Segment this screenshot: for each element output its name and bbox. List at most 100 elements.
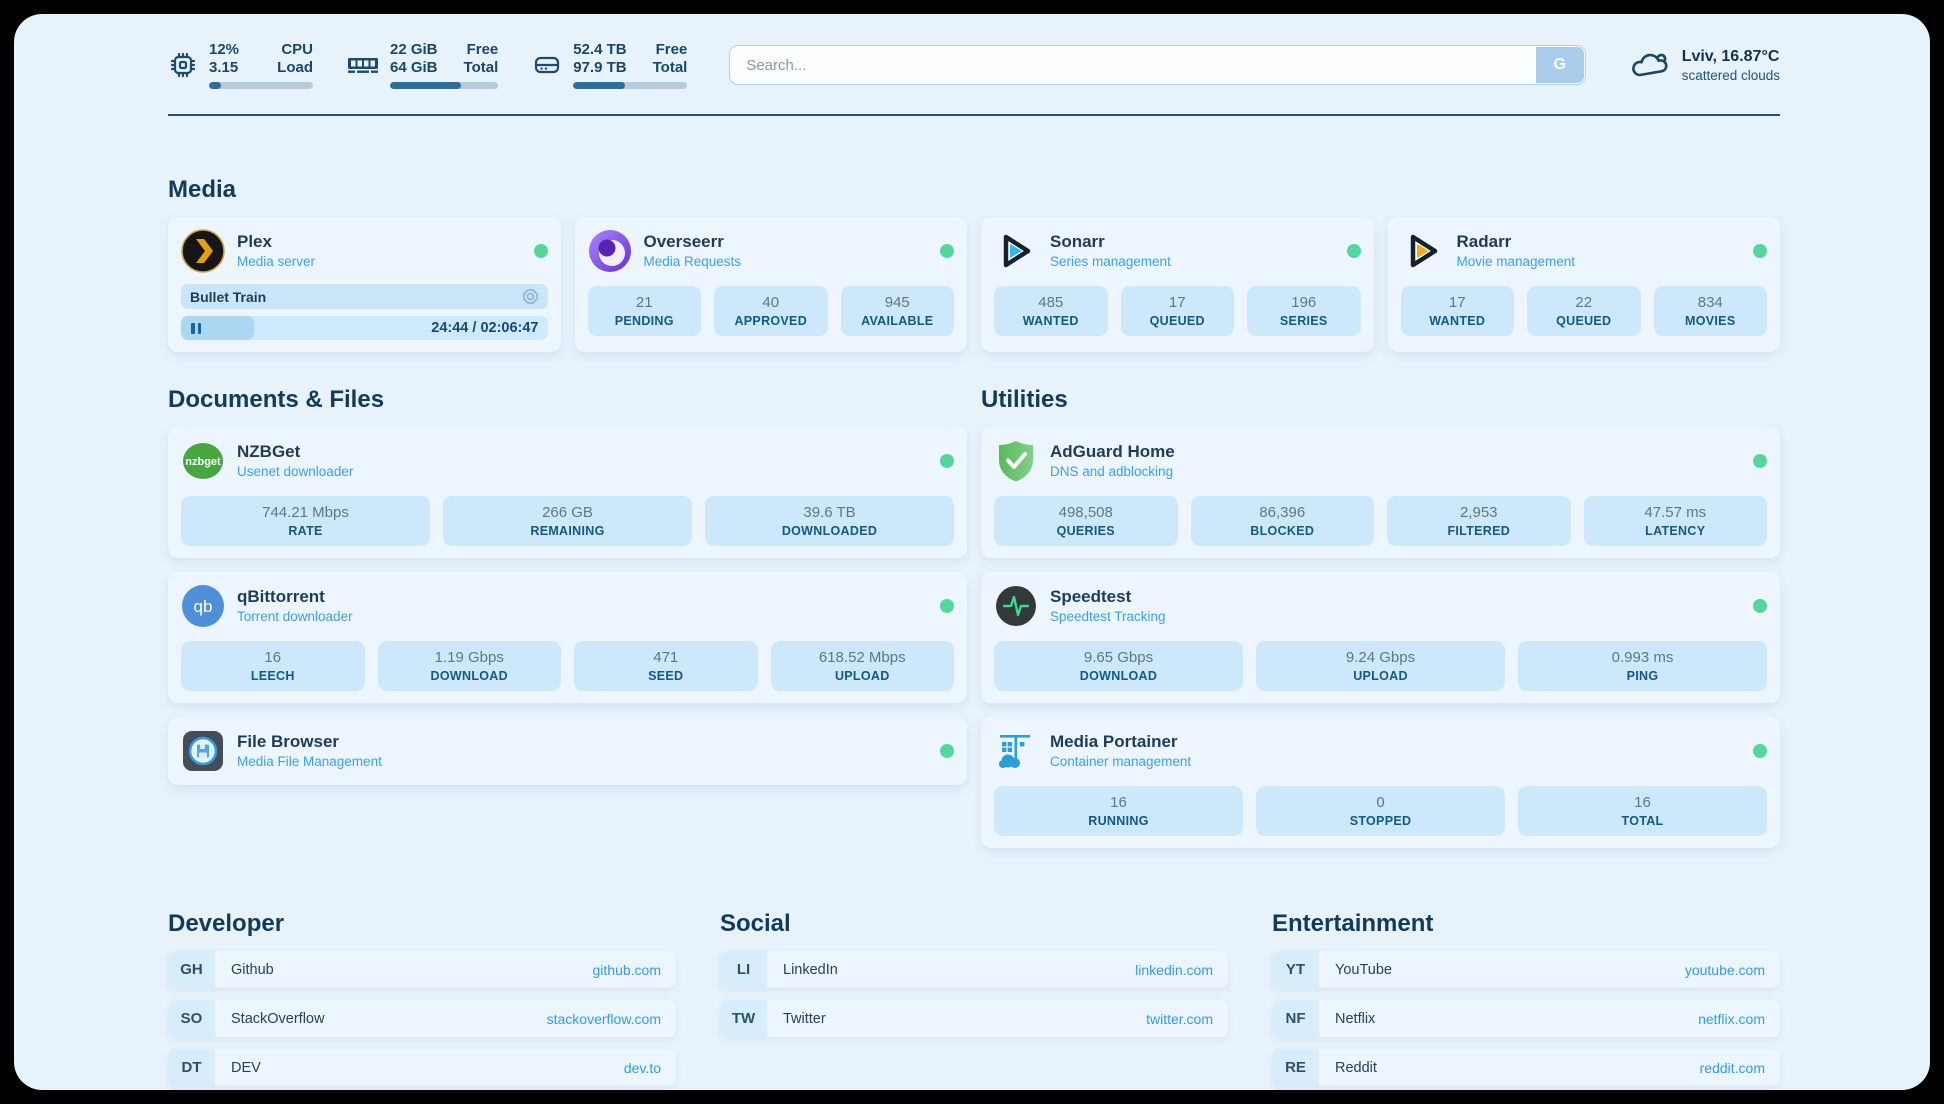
disk-total-label: Total: [653, 59, 688, 77]
stat-downloaded: 39.6 TBDOWNLOADED: [705, 496, 954, 546]
stat-download: 1.19 GbpsDOWNLOAD: [378, 641, 562, 691]
portainer-status-dot: [1753, 744, 1767, 758]
plex-title: Plex: [237, 232, 315, 252]
cpu-label: CPU: [277, 41, 313, 59]
stat-ping: 0.993 msPING: [1518, 641, 1767, 691]
overseerr-status-dot: [940, 244, 954, 258]
stat-upload: 9.24 GbpsUPLOAD: [1256, 641, 1505, 691]
card-radarr[interactable]: Radarr Movie management 17WANTED 22QUEUE…: [1388, 217, 1781, 352]
cloud-icon: [1628, 49, 1670, 81]
stat-wanted: 485WANTED: [994, 286, 1108, 336]
radarr-status-dot: [1753, 244, 1767, 258]
link-dev[interactable]: DT DEV dev.to: [168, 1049, 676, 1086]
ram-free-value: 22 GiB: [390, 41, 438, 59]
stat-available: 945AVAILABLE: [841, 286, 955, 336]
stat-total: 16TOTAL: [1518, 786, 1767, 836]
link-reddit[interactable]: RE Reddit reddit.com: [1272, 1049, 1780, 1086]
sonarr-icon: [994, 229, 1038, 273]
sonarr-subtitle: Series management: [1050, 253, 1171, 270]
link-youtube[interactable]: YT YouTube youtube.com: [1272, 951, 1780, 988]
card-nzbget[interactable]: nzbget NZBGet Usenet downloader 744.21 M…: [168, 427, 967, 558]
stat-running: 16RUNNING: [994, 786, 1243, 836]
pause-icon: [191, 323, 201, 334]
section-developer: Developer GH Github github.com SO StackO…: [168, 910, 676, 1090]
nzbget-status-dot: [940, 454, 954, 468]
link-stackoverflow[interactable]: SO StackOverflow stackoverflow.com: [168, 1000, 676, 1037]
media-heading: Media: [168, 176, 1780, 204]
filebrowser-title: File Browser: [237, 732, 382, 752]
cpu-icon: [168, 50, 198, 80]
sonarr-status-dot: [1347, 244, 1361, 258]
now-playing-title: Bullet Train: [190, 289, 266, 305]
weather-condition: scattered clouds: [1682, 67, 1780, 84]
utilities-heading: Utilities: [981, 386, 1780, 414]
stat-stopped: 0STOPPED: [1256, 786, 1505, 836]
svg-text:qb: qb: [194, 597, 213, 616]
search-bar: G: [729, 45, 1585, 85]
stat-blocked: 86,396BLOCKED: [1191, 496, 1375, 546]
stat-remaining: 266 GBREMAINING: [443, 496, 692, 546]
stat-wanted: 17WANTED: [1401, 286, 1515, 336]
ram-total-value: 64 GiB: [390, 59, 438, 77]
card-plex[interactable]: Plex Media server Bullet Train: [168, 217, 561, 352]
ram-stat: 22 GiB64 GiB FreeTotal: [347, 41, 498, 89]
link-github[interactable]: GH Github github.com: [168, 951, 676, 988]
section-documents: Documents & Files nzbget NZBGet Usenet d…: [168, 386, 967, 848]
stackoverflow-badge: SO: [168, 1000, 215, 1037]
speedtest-icon: [994, 584, 1038, 628]
youtube-badge: YT: [1272, 951, 1319, 988]
github-badge: GH: [168, 951, 215, 988]
link-linkedin[interactable]: LI LinkedIn linkedin.com: [720, 951, 1228, 988]
link-twitter[interactable]: TW Twitter twitter.com: [720, 1000, 1228, 1037]
nzbget-icon: nzbget: [181, 439, 225, 483]
card-sonarr[interactable]: Sonarr Series management 485WANTED 17QUE…: [981, 217, 1374, 352]
card-adguard[interactable]: AdGuard Home DNS and adblocking 498,508Q…: [981, 427, 1780, 558]
dev-badge: DT: [168, 1049, 215, 1086]
card-qbittorrent[interactable]: qb qBittorrent Torrent downloader 16LEEC…: [168, 572, 967, 703]
twitter-badge: TW: [720, 1000, 767, 1037]
portainer-subtitle: Container management: [1050, 753, 1191, 770]
disk-progress-bar: [573, 82, 687, 89]
filebrowser-subtitle: Media File Management: [237, 753, 382, 770]
overseerr-icon: [588, 229, 632, 273]
disk-stat: 52.4 TB97.9 TB FreeTotal: [532, 41, 687, 89]
stat-latency: 47.57 msLATENCY: [1584, 496, 1768, 546]
card-portainer[interactable]: Media Portainer Container management 16R…: [981, 717, 1780, 848]
top-bar: 12%3.15 CPULoad 22 GiB64 GiB: [168, 36, 1780, 94]
plex-icon: [181, 229, 225, 273]
adguard-icon: [994, 439, 1038, 483]
stat-queued: 22QUEUED: [1527, 286, 1641, 336]
overseerr-title: Overseerr: [644, 232, 742, 252]
card-speedtest[interactable]: Speedtest Speedtest Tracking 9.65 GbpsDO…: [981, 572, 1780, 703]
social-heading: Social: [720, 910, 1228, 938]
cpu-load-value: 3.15: [209, 59, 239, 77]
topbar-divider: [168, 114, 1780, 116]
search-input[interactable]: [729, 45, 1585, 85]
svg-text:nzbget: nzbget: [185, 456, 221, 468]
card-overseerr[interactable]: Overseerr Media Requests 21PENDING 40APP…: [575, 217, 968, 352]
dashboard-page: 12%3.15 CPULoad 22 GiB64 GiB: [14, 14, 1930, 1090]
speedtest-status-dot: [1753, 599, 1767, 613]
adguard-subtitle: DNS and adblocking: [1050, 463, 1175, 480]
search-submit-button[interactable]: G: [1536, 47, 1584, 83]
ram-free-label: Free: [464, 41, 499, 59]
stat-movies: 834MOVIES: [1654, 286, 1768, 336]
stat-upload: 618.52 MbpsUPLOAD: [771, 641, 955, 691]
disk-free-value: 52.4 TB: [573, 41, 626, 59]
portainer-title: Media Portainer: [1050, 732, 1191, 752]
stat-seed: 471SEED: [574, 641, 758, 691]
stat-download: 9.65 GbpsDOWNLOAD: [994, 641, 1243, 691]
plex-now-playing: Bullet Train: [181, 284, 548, 309]
radarr-icon: [1401, 229, 1445, 273]
plex-status-dot: [534, 244, 548, 258]
stat-approved: 40APPROVED: [714, 286, 828, 336]
speedtest-subtitle: Speedtest Tracking: [1050, 608, 1166, 625]
nzbget-subtitle: Usenet downloader: [237, 463, 353, 480]
link-netflix[interactable]: NF Netflix netflix.com: [1272, 1000, 1780, 1037]
cpu-load-label: Load: [277, 59, 313, 77]
card-filebrowser[interactable]: File Browser Media File Management: [168, 717, 967, 785]
stat-queries: 498,508QUERIES: [994, 496, 1178, 546]
nzbget-title: NZBGet: [237, 442, 353, 462]
ram-icon: [347, 52, 379, 78]
cpu-stat: 12%3.15 CPULoad: [168, 41, 313, 89]
